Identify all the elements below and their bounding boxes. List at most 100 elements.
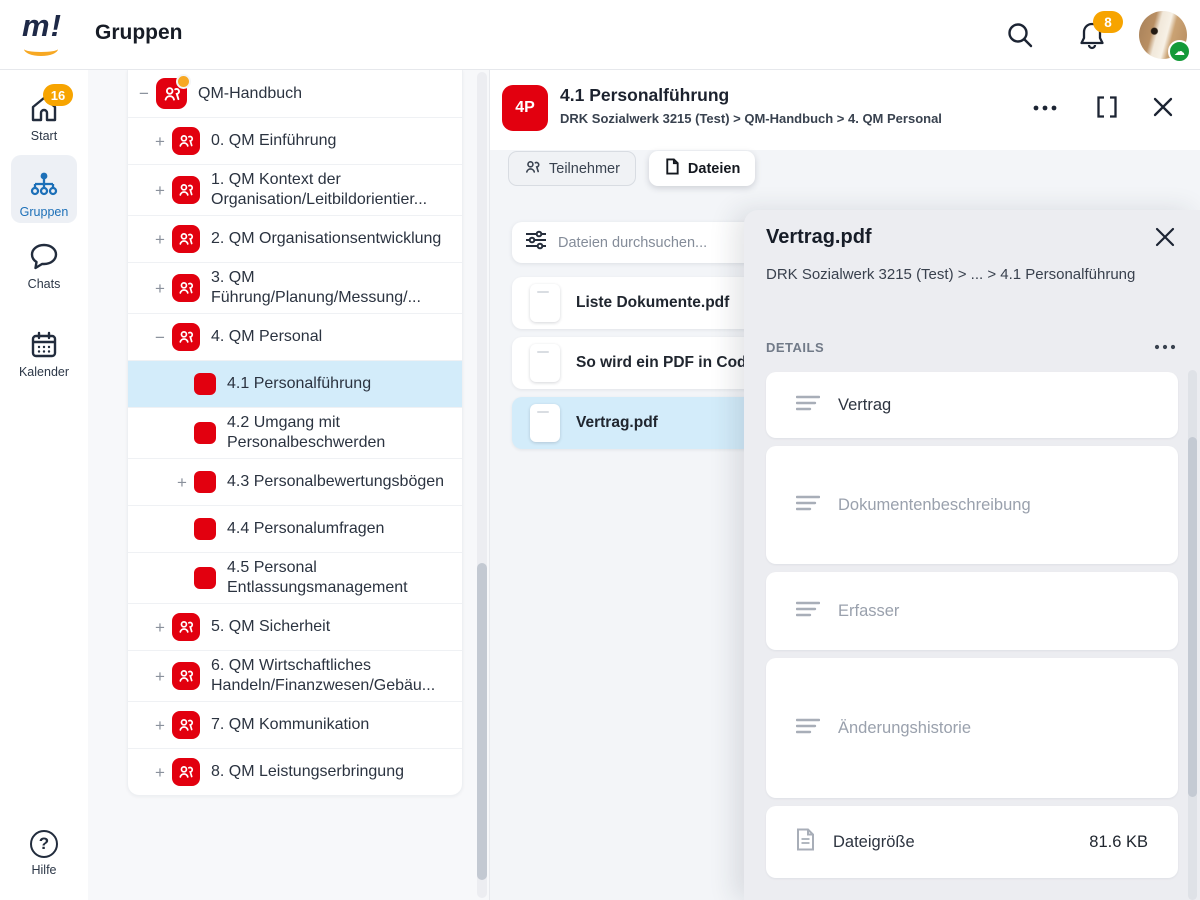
- tab-teilnehmer[interactable]: Teilnehmer: [508, 151, 636, 186]
- collapse-toggle[interactable]: −: [134, 85, 154, 102]
- tree-item[interactable]: 4.4 Personalumfragen: [128, 505, 462, 552]
- bell-icon: [1077, 39, 1107, 56]
- tree-scrollbar-thumb[interactable]: [477, 563, 487, 880]
- more-options-button[interactable]: [1028, 94, 1062, 124]
- tree-item[interactable]: 4.2 Umgang mit Personalbeschwerden: [128, 407, 462, 458]
- tree-item[interactable]: + 1. QM Kontext der Organisation/Leitbil…: [128, 164, 462, 215]
- collapse-toggle[interactable]: −: [150, 329, 170, 346]
- tree-item[interactable]: + 6. QM Wirtschaftliches Handeln/Finanzw…: [128, 650, 462, 701]
- group-panel-header: 4P 4.1 Personalführung DRK Sozialwerk 32…: [490, 70, 1200, 150]
- tree-item-label: 6. QM Wirtschaftliches Handeln/Finanzwes…: [200, 656, 454, 696]
- tree-item[interactable]: + 4.3 Personalbewertungsbögen: [128, 458, 462, 505]
- file-thumbnail: [530, 284, 560, 322]
- files-search-input[interactable]: Dateien durchsuchen...: [512, 222, 762, 263]
- align-left-icon: [796, 394, 820, 417]
- tree-item-label: 4.3 Personalbewertungsbögen: [216, 472, 448, 492]
- expand-brackets-icon: [1094, 94, 1120, 125]
- ellipsis-icon: [1153, 338, 1177, 356]
- notifications-button[interactable]: 8: [1077, 20, 1109, 52]
- group-icon: [172, 176, 200, 204]
- files-icon: [664, 158, 680, 179]
- avatar[interactable]: ☁: [1139, 11, 1187, 59]
- document-icon: [796, 828, 815, 856]
- expand-toggle[interactable]: +: [150, 619, 170, 636]
- help-icon: ?: [30, 830, 58, 858]
- sidebar-item-hilfe[interactable]: ? Hilfe: [0, 830, 88, 877]
- tree-item[interactable]: + 5. QM Sicherheit: [128, 603, 462, 650]
- expand-toggle[interactable]: +: [150, 182, 170, 199]
- tree-item[interactable]: + 8. QM Leistungserbringung: [128, 748, 462, 795]
- tree-item-label: 4.2 Umgang mit Personalbeschwerden: [216, 413, 454, 453]
- detail-field-filesize: Dateigröße 81.6 KB: [766, 806, 1178, 878]
- tree-item-label: 8. QM Leistungserbringung: [200, 762, 408, 782]
- tree-item[interactable]: 4.5 Personal Entlassungsmanagement: [128, 552, 462, 603]
- expand-toggle[interactable]: +: [150, 133, 170, 150]
- tree-item[interactable]: + 2. QM Organisationsentwicklung: [128, 215, 462, 262]
- expand-toggle[interactable]: +: [150, 668, 170, 685]
- expand-toggle[interactable]: +: [150, 717, 170, 734]
- group-icon: [156, 78, 187, 109]
- file-breadcrumb[interactable]: DRK Sozialwerk 3215 (Test) > ... > 4.1 P…: [766, 266, 1135, 283]
- nav-sidebar: 16 Start Gruppen Chats Kalender ? Hilfe: [0, 70, 88, 900]
- tree-item-label: 4. QM Personal: [200, 327, 326, 347]
- sidebar-item-kalender[interactable]: Kalender: [0, 330, 88, 379]
- filesize-label: Dateigröße: [833, 833, 915, 852]
- fullscreen-button[interactable]: [1090, 94, 1124, 124]
- group-icon: [172, 323, 200, 351]
- sidebar-item-label: Kalender: [19, 365, 69, 379]
- app-logo[interactable]: m!: [22, 8, 72, 60]
- subgroup-icon: [194, 422, 216, 444]
- file-name: So wird ein PDF in Cod: [576, 354, 747, 372]
- tab-label: Dateien: [688, 161, 740, 177]
- detail-field-value: Vertrag: [838, 396, 891, 415]
- sidebar-item-label: Chats: [28, 277, 61, 291]
- tree-item-label: 3. QM Führung/Planung/Messung/...: [200, 268, 454, 308]
- close-panel-button[interactable]: [1146, 94, 1180, 124]
- tree-item-4-1-selected[interactable]: 4.1 Personalführung: [128, 360, 462, 407]
- group-tree: − QM-Handbuch + 0. QM Einführung + 1. QM…: [127, 70, 463, 796]
- tree-item[interactable]: + 3. QM Führung/Planung/Messung/...: [128, 262, 462, 313]
- top-bar: m! Gruppen 8 ☁: [0, 0, 1200, 70]
- detail-field-erfasser[interactable]: Erfasser: [766, 572, 1178, 650]
- subgroup-icon: [194, 518, 216, 540]
- group-title: 4.1 Personalführung: [560, 85, 729, 106]
- app-logo-text: m!: [22, 8, 62, 43]
- detail-field-aenderungshistorie[interactable]: Änderungshistorie: [766, 658, 1178, 798]
- expand-toggle[interactable]: +: [172, 474, 192, 491]
- expand-toggle[interactable]: +: [150, 280, 170, 297]
- tree-item-label: 4.1 Personalführung: [216, 374, 375, 394]
- group-icon: [172, 274, 200, 302]
- tree-item[interactable]: + 0. QM Einführung: [128, 117, 462, 164]
- tree-item-qm-handbuch[interactable]: − QM-Handbuch: [128, 70, 462, 117]
- tab-dateien[interactable]: Dateien: [649, 151, 755, 186]
- detail-field-placeholder: Änderungshistorie: [838, 719, 971, 738]
- detail-field-title[interactable]: Vertrag: [766, 372, 1178, 438]
- logo-swoosh: [24, 42, 58, 56]
- subgroup-icon: [194, 567, 216, 589]
- subgroup-icon: [194, 373, 216, 395]
- chat-icon: [28, 242, 60, 272]
- expand-toggle[interactable]: +: [150, 764, 170, 781]
- detail-field-description[interactable]: Dokumentenbeschreibung: [766, 446, 1178, 564]
- tree-item[interactable]: + 7. QM Kommunikation: [128, 701, 462, 748]
- sidebar-item-gruppen[interactable]: Gruppen: [0, 162, 88, 219]
- tab-label: Teilnehmer: [549, 161, 620, 177]
- group-icon: [172, 613, 200, 641]
- file-details-title: Vertrag.pdf: [766, 226, 872, 249]
- group-icon: [172, 225, 200, 253]
- expand-toggle[interactable]: +: [150, 231, 170, 248]
- group-icon: [172, 662, 200, 690]
- search-button[interactable]: [1004, 19, 1036, 51]
- tree-item-label: 4.4 Personalumfragen: [216, 519, 388, 539]
- filesize-value: 81.6 KB: [1089, 833, 1148, 852]
- participants-icon: [524, 159, 541, 179]
- tree-item-label: 5. QM Sicherheit: [200, 617, 334, 637]
- breadcrumb[interactable]: DRK Sozialwerk 3215 (Test) > QM-Handbuch…: [560, 111, 942, 126]
- details-scrollbar-thumb[interactable]: [1188, 437, 1197, 797]
- tree-item-qm-personal[interactable]: − 4. QM Personal: [128, 313, 462, 360]
- details-more-options-button[interactable]: [1148, 334, 1182, 360]
- align-left-icon: [796, 717, 820, 740]
- sidebar-item-chats[interactable]: Chats: [0, 242, 88, 291]
- sidebar-item-start[interactable]: 16 Start: [0, 94, 88, 143]
- close-details-button[interactable]: [1148, 224, 1182, 254]
